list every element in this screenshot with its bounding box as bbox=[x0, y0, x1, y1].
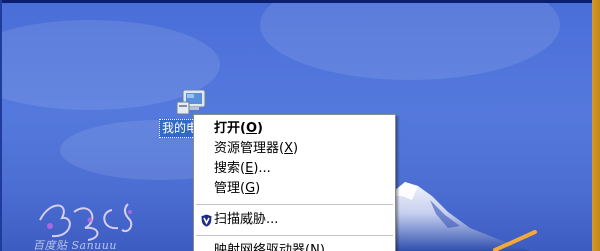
window-frame-right bbox=[592, 0, 600, 251]
pointer-arrow bbox=[493, 230, 537, 251]
watermark-text: 百度贴 Sanuuu bbox=[33, 239, 117, 251]
menu-item-explorer[interactable]: 资源管理器(X) bbox=[214, 139, 298, 159]
menu-item-open[interactable]: 打开(O) bbox=[214, 119, 263, 139]
menu-separator bbox=[196, 235, 393, 236]
window-frame-left bbox=[0, 0, 2, 251]
mycomputer-icon[interactable] bbox=[175, 88, 211, 116]
desktop-background: 我的电脑 百度贴 Sanuuu 打开(O) 资源管理器(X) 搜索(E)... … bbox=[0, 0, 600, 251]
window-frame-top bbox=[0, 0, 600, 3]
menu-item-search[interactable]: 搜索(E)... bbox=[214, 159, 271, 179]
context-menu: 打开(O) 资源管理器(X) 搜索(E)... 管理(G) 扫描威胁... 映射… bbox=[193, 114, 396, 251]
menu-separator bbox=[196, 204, 393, 205]
menu-item-map-network-drive[interactable]: 映射网络驱动器(N)... bbox=[214, 241, 337, 251]
menu-item-scan-threats[interactable]: 扫描威胁... bbox=[214, 210, 278, 230]
menu-item-manage[interactable]: 管理(G) bbox=[214, 179, 260, 199]
shield-icon bbox=[201, 214, 212, 227]
